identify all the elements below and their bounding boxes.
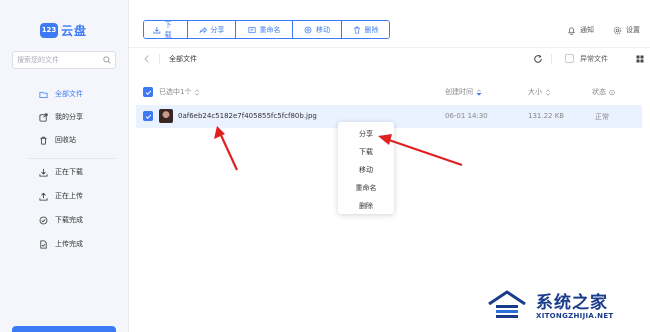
- sidebar-item-label: 我的分享: [55, 113, 83, 121]
- logo-mark: 123: [40, 22, 58, 38]
- breadcrumb-divider: [159, 54, 160, 64]
- column-status: 状态: [592, 87, 615, 97]
- sidebar-item-label: 回收站: [55, 136, 76, 144]
- move-button[interactable]: 移动: [293, 21, 342, 38]
- file-name[interactable]: 0af6eb24c5182e7f405855fc5fcf80b.jpg: [178, 112, 317, 120]
- chevron-left-icon[interactable]: [143, 54, 151, 64]
- column-size-label: 大小: [528, 88, 542, 96]
- delete-button-label: 删除: [364, 25, 379, 34]
- rename-button[interactable]: 重命名: [236, 21, 293, 38]
- settings-button[interactable]: 设置: [613, 24, 640, 36]
- abnormal-files-checkbox[interactable]: [565, 54, 574, 63]
- sort-icon[interactable]: [194, 88, 200, 96]
- download-button[interactable]: 下载: [144, 21, 188, 38]
- selected-count-label: 已选中1个: [159, 88, 192, 96]
- file-size: 131.22 KB: [528, 112, 565, 120]
- refresh-icon[interactable]: [533, 54, 543, 64]
- file-thumbnail: [159, 109, 173, 123]
- context-menu-download[interactable]: 下载: [338, 143, 394, 161]
- gear-icon: [613, 26, 622, 34]
- notify-button[interactable]: 通知: [567, 24, 594, 36]
- bell-icon: [568, 26, 575, 35]
- settings-label: 设置: [626, 26, 640, 34]
- context-menu: 分享 下载 移动 重命名 删除: [338, 122, 394, 214]
- sidebar-item-label: 上传完成: [55, 240, 83, 248]
- sidebar-bottom-button[interactable]: [12, 326, 116, 332]
- file-created-time: 06-01 14:30: [445, 112, 488, 120]
- row-checkbox[interactable]: [143, 111, 153, 121]
- search-input[interactable]: [17, 56, 101, 64]
- download-icon: [39, 168, 48, 177]
- selected-count: 已选中1个: [159, 87, 200, 97]
- column-status-label: 状态: [592, 88, 606, 96]
- watermark-url: XITONGZHIJIA.NET: [536, 312, 614, 320]
- breadcrumb-bar: 全部文件 异常文件: [129, 47, 650, 71]
- grid-view-icon[interactable]: [636, 55, 644, 63]
- search-box[interactable]: [12, 51, 116, 69]
- search-icon[interactable]: [103, 56, 111, 64]
- sidebar-item-label: 正在下载: [55, 168, 83, 176]
- select-all-checkbox[interactable]: [143, 87, 153, 97]
- sidebar-item-label: 正在上传: [55, 192, 83, 200]
- trash-icon: [353, 26, 360, 34]
- sidebar-item-downloading[interactable]: 正在下载: [39, 165, 119, 179]
- sidebar-item-recycle-bin[interactable]: 回收站: [39, 133, 119, 147]
- sidebar-item-label: 下载完成: [55, 216, 83, 224]
- check-icon: [145, 90, 151, 95]
- table-header: 已选中1个 创建时间 大小 状态: [136, 83, 642, 101]
- sidebar-item-label: 全部文件: [55, 90, 83, 98]
- column-created-time[interactable]: 创建时间: [445, 87, 482, 97]
- upload-icon: [39, 192, 48, 201]
- download-button-label: 下载: [164, 20, 172, 39]
- file-check-icon: [40, 239, 47, 249]
- share-arrow-icon: [198, 26, 207, 33]
- notify-label: 通知: [580, 26, 594, 34]
- toolbar: 下载 分享 重命名 移动 删除: [143, 20, 390, 39]
- sidebar-item-all-files[interactable]: 全部文件: [0, 84, 129, 104]
- folder-icon: [39, 91, 48, 98]
- move-icon: [304, 26, 312, 33]
- sidebar-item-uploading[interactable]: 正在上传: [39, 189, 119, 203]
- sidebar-item-download-complete[interactable]: 下载完成: [39, 213, 119, 227]
- watermark: 系统之家 XITONGZHIJIA.NET: [487, 286, 643, 328]
- context-menu-move[interactable]: 移动: [338, 161, 394, 179]
- move-button-label: 移动: [316, 25, 330, 34]
- info-icon[interactable]: [609, 89, 615, 96]
- logo-text: 云盘: [61, 23, 88, 38]
- nav-divider: [28, 158, 116, 159]
- column-size[interactable]: 大小: [528, 87, 551, 97]
- abnormal-files-label[interactable]: 异常文件: [580, 54, 608, 64]
- delete-button[interactable]: 删除: [342, 21, 389, 38]
- share-icon: [39, 112, 48, 122]
- download-icon: [153, 26, 161, 33]
- sidebar-item-my-shares[interactable]: 我的分享: [39, 110, 119, 124]
- context-menu-rename[interactable]: 重命名: [338, 179, 394, 197]
- rename-icon: [247, 26, 256, 33]
- annotation-arrow-file: [214, 126, 238, 171]
- share-button-label: 分享: [210, 25, 225, 34]
- trash-icon: [40, 136, 47, 145]
- context-menu-share[interactable]: 分享: [338, 125, 394, 143]
- app-logo[interactable]: 123 云盘: [40, 22, 87, 38]
- check-circle-icon: [39, 216, 48, 224]
- file-status: 正常: [595, 113, 609, 121]
- share-button[interactable]: 分享: [188, 21, 236, 38]
- context-menu-delete[interactable]: 删除: [338, 197, 394, 215]
- rename-button-label: 重命名: [259, 25, 281, 34]
- breadcrumb[interactable]: 全部文件: [169, 54, 197, 64]
- house-logo-icon: [488, 290, 526, 318]
- check-icon: [145, 114, 151, 119]
- watermark-title: 系统之家: [536, 293, 608, 313]
- column-created-label: 创建时间: [445, 88, 473, 96]
- sidebar: 123 云盘 全部文件 我的分享 回收站 正在下载 正在上传 下载完成 上传完成: [0, 0, 129, 332]
- sort-desc-icon: [476, 88, 482, 96]
- sidebar-item-upload-complete[interactable]: 上传完成: [39, 237, 119, 251]
- sort-icon: [546, 88, 550, 96]
- breadcrumb-divider: [551, 54, 552, 64]
